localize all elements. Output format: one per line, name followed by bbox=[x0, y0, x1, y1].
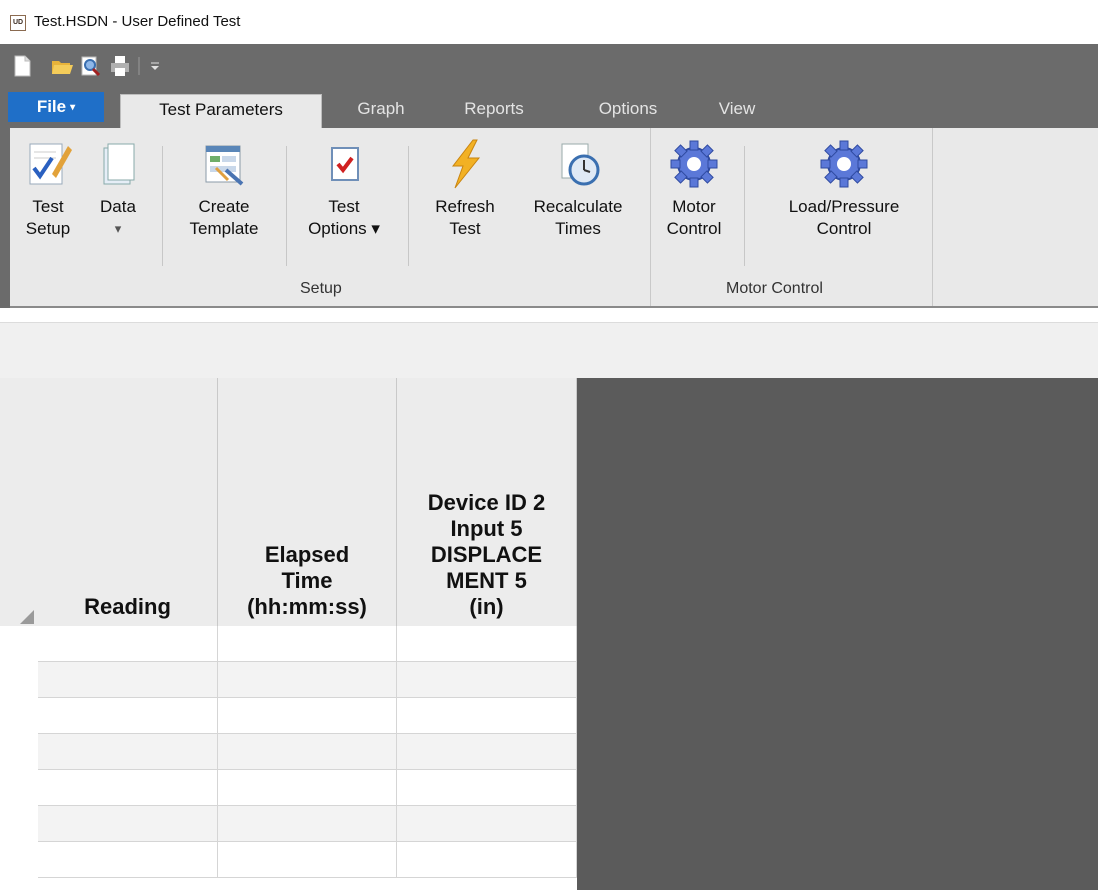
ribbon-separator bbox=[744, 146, 745, 266]
table-cell[interactable] bbox=[397, 734, 577, 770]
quick-access-toolbar bbox=[0, 44, 1098, 88]
window-title: Test.HSDN - User Defined Test bbox=[34, 13, 241, 30]
table-cell[interactable] bbox=[218, 734, 397, 770]
table-row[interactable] bbox=[38, 662, 577, 698]
table-cell[interactable] bbox=[397, 626, 577, 662]
create-template-button[interactable]: Create Template bbox=[172, 138, 276, 240]
app-icon: UD bbox=[10, 15, 26, 31]
table-cell[interactable] bbox=[397, 770, 577, 806]
sub-toolbar-strip bbox=[0, 322, 1098, 379]
toolbar-divider bbox=[134, 54, 144, 78]
ribbon-edge bbox=[0, 128, 10, 308]
table-cell[interactable] bbox=[38, 806, 218, 842]
group-separator bbox=[932, 128, 933, 306]
table-cell[interactable] bbox=[38, 698, 218, 734]
customize-dropdown-icon[interactable] bbox=[148, 54, 162, 78]
open-folder-icon[interactable] bbox=[50, 54, 74, 78]
ribbon-separator bbox=[286, 146, 287, 266]
table-row[interactable] bbox=[38, 734, 577, 770]
tab-view[interactable]: View bbox=[700, 94, 774, 128]
ribbon-separator bbox=[162, 146, 163, 266]
refresh-test-button[interactable]: Refresh Test bbox=[420, 138, 510, 240]
print-icon[interactable] bbox=[108, 54, 132, 78]
grid-corner[interactable] bbox=[0, 378, 39, 626]
tab-reports[interactable]: Reports bbox=[438, 94, 550, 128]
ribbon-separator bbox=[408, 146, 409, 266]
group-label-motor-control: Motor Control bbox=[726, 280, 823, 297]
table-row[interactable] bbox=[38, 842, 577, 878]
table-cell[interactable] bbox=[218, 626, 397, 662]
table-row[interactable] bbox=[38, 698, 577, 734]
table-row[interactable] bbox=[38, 806, 577, 842]
table-cell[interactable] bbox=[397, 842, 577, 878]
group-separator bbox=[650, 128, 651, 306]
table-cell[interactable] bbox=[218, 842, 397, 878]
ribbon-panel: Test Setup Data ▾ Create Template Test O… bbox=[10, 128, 1098, 308]
tab-graph[interactable]: Graph bbox=[338, 94, 424, 128]
column-header-elapsed-time[interactable]: Elapsed Time (hh:mm:ss) bbox=[218, 378, 397, 626]
motor-control-button[interactable]: Motor Control bbox=[658, 138, 730, 240]
table-row[interactable] bbox=[38, 626, 577, 662]
table-cell[interactable] bbox=[218, 698, 397, 734]
data-document-icon bbox=[103, 143, 135, 185]
test-setup-icon bbox=[29, 143, 72, 185]
tab-test-parameters[interactable]: Test Parameters bbox=[120, 94, 322, 128]
ribbon-tabs: File ▾ Test Parameters Graph Reports Opti… bbox=[0, 88, 1098, 128]
table-cell[interactable] bbox=[38, 770, 218, 806]
table-cell[interactable] bbox=[397, 806, 577, 842]
print-preview-icon[interactable] bbox=[78, 54, 102, 78]
column-header-reading[interactable]: Reading bbox=[38, 378, 218, 626]
table-cell[interactable] bbox=[397, 662, 577, 698]
data-button[interactable]: Data ▾ bbox=[90, 138, 146, 240]
recalculate-times-button[interactable]: Recalculate Times bbox=[510, 138, 646, 240]
lightning-bolt-icon bbox=[451, 139, 481, 189]
new-file-icon[interactable] bbox=[10, 54, 34, 78]
test-options-button[interactable]: Test Options ▾ bbox=[294, 138, 394, 240]
tab-options[interactable]: Options bbox=[572, 94, 684, 128]
title-bar: UD Test.HSDN - User Defined Test bbox=[0, 0, 1098, 44]
gear-icon bbox=[670, 140, 718, 188]
table-cell[interactable] bbox=[38, 842, 218, 878]
table-row[interactable] bbox=[38, 770, 577, 806]
table-cell[interactable] bbox=[218, 806, 397, 842]
table-cell[interactable] bbox=[38, 734, 218, 770]
sub-toolbar bbox=[0, 308, 1098, 379]
table-cell[interactable] bbox=[38, 662, 218, 698]
create-template-icon bbox=[205, 145, 244, 186]
test-setup-button[interactable]: Test Setup bbox=[18, 138, 78, 240]
data-grid-area: Reading Elapsed Time (hh:mm:ss) Device I… bbox=[0, 378, 1098, 890]
group-label-setup: Setup bbox=[300, 280, 342, 297]
table-cell[interactable] bbox=[397, 698, 577, 734]
file-tab[interactable]: File ▾ bbox=[8, 92, 104, 122]
table-cell[interactable] bbox=[218, 662, 397, 698]
stopwatch-document-icon bbox=[561, 143, 600, 186]
table-cell[interactable] bbox=[38, 626, 218, 662]
column-header-displacement-5[interactable]: Device ID 2 Input 5 DISPLACE MENT 5 (in) bbox=[397, 378, 577, 626]
table-cell[interactable] bbox=[218, 770, 397, 806]
select-all-triangle-icon[interactable] bbox=[20, 610, 34, 624]
data-grid: Reading Elapsed Time (hh:mm:ss) Device I… bbox=[0, 378, 577, 890]
gear-icon bbox=[820, 140, 868, 188]
load-pressure-control-button[interactable]: Load/Pressure Control bbox=[754, 138, 934, 240]
test-options-icon bbox=[331, 147, 359, 181]
